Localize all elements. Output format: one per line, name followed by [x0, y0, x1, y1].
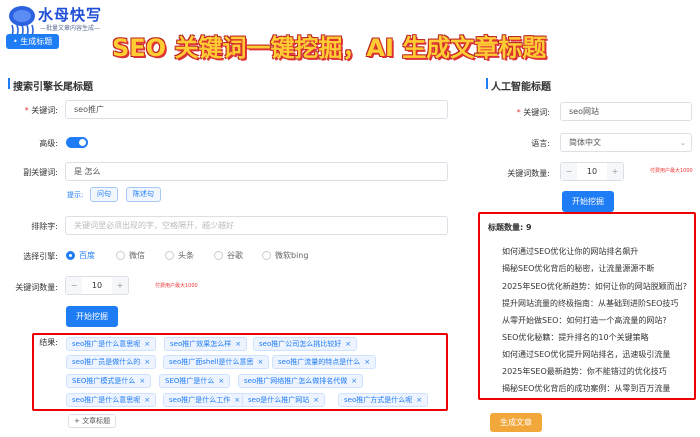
- keyword-label: * 关键词:: [24, 106, 58, 115]
- result-tag[interactable]: seo推广是什么意思呢 ×: [66, 393, 157, 407]
- ai-count-note: 付费用户最大1000: [650, 168, 693, 174]
- result-tag[interactable]: seo推广是什么意思呢 ×: [66, 337, 157, 351]
- result-tag[interactable]: seo推广公司怎么挑比较好 ×: [253, 337, 358, 351]
- close-icon: ×: [257, 358, 264, 366]
- advanced-toggle[interactable]: [66, 137, 88, 148]
- title-count: 标题数量: 9: [488, 223, 532, 232]
- language-select[interactable]: 简体中文: [560, 133, 692, 152]
- result-tag[interactable]: seo推广面shell是什么意思 ×: [163, 355, 270, 369]
- count-label: 关键词数量:: [15, 283, 58, 292]
- close-icon: ×: [139, 377, 146, 385]
- tip-label: 提示:: [67, 191, 84, 199]
- ai-title-item: 从零开始做SEO：如何打造一个高流量的网站?: [502, 316, 667, 325]
- minus-icon[interactable]: −: [561, 163, 577, 180]
- minus-icon[interactable]: −: [66, 277, 82, 294]
- result-tag[interactable]: SEO推广模式是什么 ×: [66, 374, 152, 388]
- close-icon: ×: [144, 358, 151, 366]
- ai-title-item: 揭秘SEO优化背后的秘密，让流量源源不断: [502, 264, 655, 273]
- result-tag[interactable]: seo推广方式是什么呢 ×: [338, 393, 429, 407]
- radio-icon: [116, 251, 125, 260]
- plus-icon[interactable]: +: [112, 277, 128, 294]
- result-tag[interactable]: seo推广流量的特点是什么 ×: [272, 355, 377, 369]
- result-tag[interactable]: seo推广是什么工作 ×: [163, 393, 247, 407]
- ai-count-label: 关键词数量:: [507, 169, 550, 178]
- ai-title-item: SEO优化秘籍：提升排名的10个关键策略: [502, 333, 649, 342]
- close-icon: ×: [351, 377, 358, 385]
- close-icon: ×: [144, 396, 151, 404]
- engine-label: 选择引擎:: [23, 252, 58, 261]
- ai-title-item: 2025年SEO优化新趋势：如何让你的网站脱颖而出?: [502, 282, 688, 291]
- result-tag[interactable]: seo推广效果怎么样 ×: [164, 337, 248, 351]
- tab-label: 生成标题: [20, 37, 53, 46]
- logo-subtitle: —批量文章内容生成—: [40, 25, 101, 32]
- radio-checked-icon: [66, 251, 75, 260]
- keyword-input[interactable]: seo推广: [65, 100, 448, 119]
- close-icon: ×: [218, 377, 225, 385]
- ai-title-item: 如何通过SEO优化让你的网站排名飙升: [502, 247, 639, 256]
- advanced-label: 高级:: [39, 139, 58, 148]
- engine-radio-wechat[interactable]: 微信: [116, 250, 145, 261]
- close-icon: ×: [416, 396, 423, 404]
- chevron-down-icon: ⌄: [680, 139, 686, 147]
- tab-generate-title[interactable]: • 生成标题: [6, 34, 60, 49]
- ai-keyword-label: * 关键词:: [516, 108, 550, 117]
- exclude-label: 排除字:: [31, 222, 58, 231]
- ai-title-item: 2025年SEO最新趋势：你不能错过的优化技巧: [502, 367, 667, 376]
- top-bar: 水母快写 —批量文章内容生成— • 生成标题 SEO 关键词一键挖掘，AI 生成…: [0, 0, 700, 62]
- start-mining-button[interactable]: 开始挖掘: [66, 306, 118, 327]
- ai-count-value: 10: [586, 167, 598, 176]
- result-tag[interactable]: SEO推广是什么 ×: [159, 374, 231, 388]
- generate-article-button[interactable]: 生成文章: [490, 413, 542, 432]
- banner-headline: SEO 关键词一键挖掘，AI 生成文章标题: [112, 34, 547, 62]
- ai-title-item: 提升网站流量的终极指南：从基础到进阶SEO技巧: [502, 299, 679, 308]
- tip-question-button[interactable]: 问句: [90, 187, 118, 202]
- engine-radio-google[interactable]: 谷歌: [214, 250, 243, 261]
- section-accent: [8, 78, 10, 89]
- left-section-title: 搜索引擎长尾标题: [13, 82, 93, 93]
- tip-statement-button[interactable]: 陈述句: [126, 187, 161, 202]
- ai-keyword-input[interactable]: seo网站: [560, 102, 692, 121]
- engine-radio-baidu[interactable]: 百度: [66, 250, 95, 261]
- close-icon: ×: [345, 340, 352, 348]
- ai-title-item: 如何通过SEO优化提升网站排名，迅速吸引流量: [502, 350, 671, 359]
- close-icon: ×: [234, 396, 241, 404]
- engine-radio-toutiao[interactable]: 头条: [165, 250, 194, 261]
- radio-icon: [165, 251, 174, 260]
- close-icon: ×: [235, 340, 242, 348]
- result-tag[interactable]: seo推广员是做什么的 ×: [66, 355, 157, 369]
- close-icon: ×: [144, 340, 151, 348]
- radio-icon: [262, 251, 271, 260]
- logo-title: 水母快写: [38, 6, 103, 24]
- exclude-input[interactable]: 关键词里必须出现的字，空格隔开，越少越好: [65, 216, 448, 235]
- engine-radio-bing[interactable]: 微软bing: [262, 250, 308, 261]
- sub-keyword-input[interactable]: 是 怎么: [65, 162, 448, 181]
- ai-title-item: 揭秘SEO优化背后的成功案例：从零到百万流量: [502, 384, 671, 393]
- result-tag[interactable]: seo是什么推广网站 ×: [242, 393, 326, 407]
- sub-keyword-label: 副关键词:: [23, 168, 58, 177]
- result-tag[interactable]: seo推广网络推广怎么做排名代做 ×: [238, 374, 364, 388]
- close-icon: ×: [313, 396, 320, 404]
- count-note: 付费用户最大1000: [155, 283, 198, 289]
- section-accent: [486, 78, 488, 89]
- add-title-button[interactable]: + 文章标题: [68, 414, 117, 428]
- ai-start-button[interactable]: 开始挖掘: [562, 191, 614, 212]
- radio-icon: [214, 251, 223, 260]
- language-label: 语言:: [531, 139, 550, 148]
- close-icon: ×: [364, 358, 371, 366]
- ai-count-stepper[interactable]: − 10 +: [560, 162, 624, 181]
- right-section-title: 人工智能标题: [491, 82, 551, 93]
- count-stepper[interactable]: − 10 +: [65, 276, 129, 295]
- plus-icon[interactable]: +: [607, 163, 623, 180]
- count-value: 10: [91, 281, 103, 290]
